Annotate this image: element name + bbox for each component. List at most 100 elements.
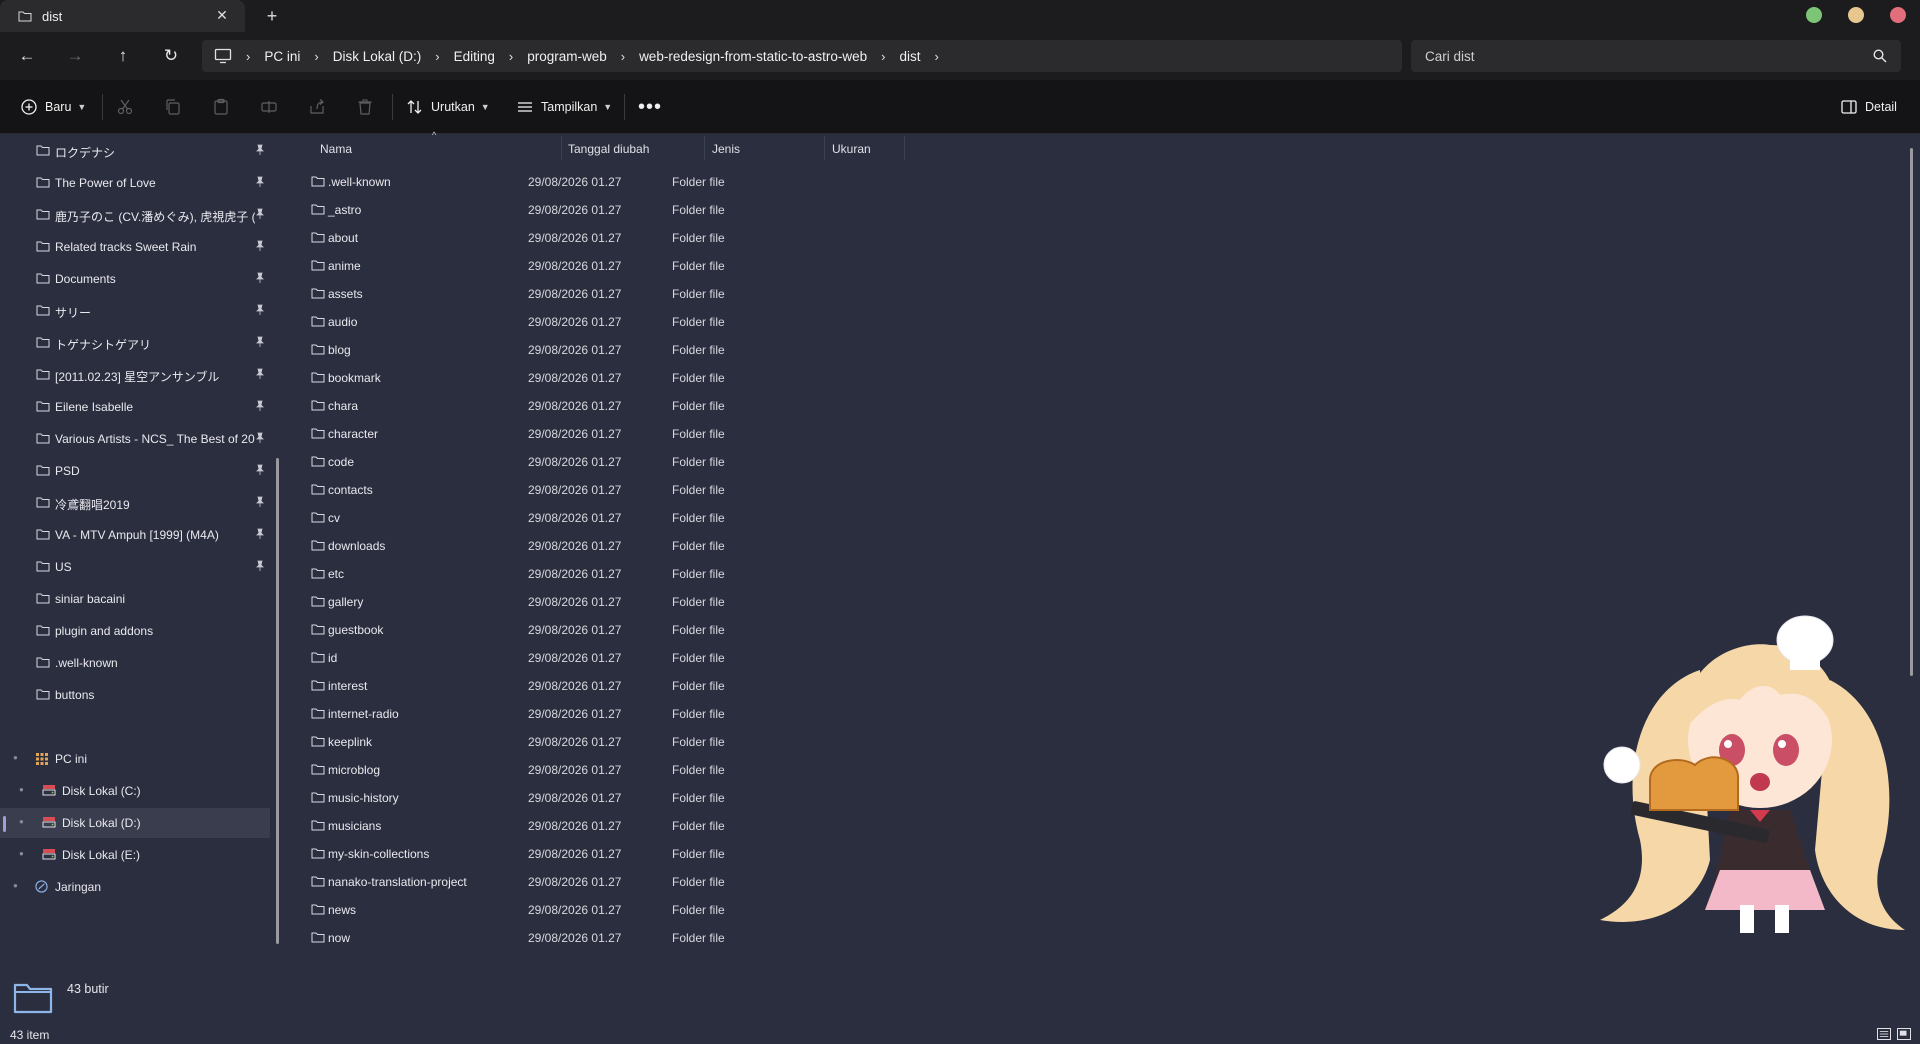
expand-arrow-icon[interactable]: ● (13, 881, 18, 890)
chevron-right-icon[interactable]: › (881, 49, 885, 64)
file-row[interactable]: anime 29/08/2026 01.27 Folder file (308, 251, 816, 279)
sidebar-item-drive[interactable]: ● Disk Lokal (E:) (0, 840, 270, 870)
breadcrumb-dist[interactable]: dist (899, 49, 920, 64)
delete-button[interactable] (356, 97, 374, 117)
sidebar-item-quick-access[interactable]: サリー (0, 296, 270, 326)
chevron-right-icon[interactable]: › (935, 49, 939, 64)
file-row[interactable]: code 29/08/2026 01.27 Folder file (308, 447, 816, 475)
sidebar-item-drive[interactable]: ● Disk Lokal (D:) (0, 808, 270, 838)
file-row[interactable]: .well-known 29/08/2026 01.27 Folder file (308, 167, 816, 195)
address-bar[interactable]: › PC ini › Disk Lokal (D:) › Editing › p… (202, 40, 1402, 72)
cut-button[interactable] (116, 97, 134, 117)
file-row[interactable]: now 29/08/2026 01.27 Folder file (308, 923, 816, 951)
sidebar-item-network[interactable]: ● Jaringan (0, 872, 270, 902)
up-button[interactable]: ↑ (113, 46, 133, 66)
sidebar-item-quick-access[interactable]: Various Artists - NCS_ The Best of 201 (0, 424, 270, 454)
expand-arrow-icon[interactable]: ● (19, 849, 24, 858)
file-row[interactable]: character 29/08/2026 01.27 Folder file (308, 419, 816, 447)
file-row[interactable]: chara 29/08/2026 01.27 Folder file (308, 391, 816, 419)
sort-button[interactable]: Urutkan ▼ (406, 97, 490, 117)
sidebar-item-quick-access[interactable]: siniar bacaini (0, 584, 270, 614)
copy-button[interactable] (164, 97, 182, 117)
file-row[interactable]: news 29/08/2026 01.27 Folder file (308, 895, 816, 923)
pin-icon[interactable] (254, 496, 266, 508)
file-row[interactable]: internet-radio 29/08/2026 01.27 Folder fil… (308, 699, 816, 727)
file-row[interactable]: musicians 29/08/2026 01.27 Folder file (308, 811, 816, 839)
expand-arrow-icon[interactable]: ● (19, 785, 24, 794)
pin-icon[interactable] (254, 304, 266, 316)
search-icon[interactable] (1873, 49, 1887, 63)
file-row[interactable]: etc 29/08/2026 01.27 Folder file (308, 559, 816, 587)
share-button[interactable] (308, 97, 326, 117)
sidebar-item-quick-access[interactable]: ロクデナシ (0, 136, 270, 166)
breadcrumb-web-redesign[interactable]: web-redesign-from-static-to-astro-web (639, 49, 867, 64)
pin-icon[interactable] (254, 432, 266, 444)
sidebar-item-quick-access[interactable]: VA - MTV Ampuh [1999] (M4A) (0, 520, 270, 550)
file-row[interactable]: nanako-translation-project 29/08/2026 01.… (308, 867, 816, 895)
sidebar-item-quick-access[interactable]: トゲナシトゲアリ (0, 328, 270, 358)
file-row[interactable]: music-history 29/08/2026 01.27 Folder file (308, 783, 816, 811)
close-tab-icon[interactable]: ✕ (215, 8, 229, 22)
breadcrumb-program-web[interactable]: program-web (527, 49, 607, 64)
breadcrumb-editing[interactable]: Editing (454, 49, 495, 64)
pin-icon[interactable] (254, 400, 266, 412)
sidebar-item-quick-access[interactable]: US (0, 552, 270, 582)
pin-icon[interactable] (254, 528, 266, 540)
search-input[interactable]: Cari dist (1425, 49, 1475, 64)
file-row[interactable]: interest 29/08/2026 01.27 Folder file (308, 671, 816, 699)
sidebar-item-quick-access[interactable]: Related tracks Sweet Rain (0, 232, 270, 262)
breadcrumb-drive-d[interactable]: Disk Lokal (D:) (333, 49, 422, 64)
minimize-button[interactable] (1806, 7, 1822, 23)
sidebar-item-quick-access[interactable]: .well-known (0, 648, 270, 678)
rename-button[interactable] (260, 97, 278, 117)
column-divider[interactable] (904, 136, 905, 160)
chevron-right-icon[interactable]: › (509, 49, 513, 64)
details-pane-button[interactable]: Detail (1840, 97, 1897, 117)
file-row[interactable]: id 29/08/2026 01.27 Folder file (308, 643, 816, 671)
file-row[interactable]: contacts 29/08/2026 01.27 Folder file (308, 475, 816, 503)
file-row[interactable]: about 29/08/2026 01.27 Folder file (308, 223, 816, 251)
file-row[interactable]: microblog 29/08/2026 01.27 Folder file (308, 755, 816, 783)
chevron-right-icon[interactable]: › (621, 49, 625, 64)
chevron-right-icon[interactable]: › (246, 49, 250, 64)
sidebar-item-quick-access[interactable]: Documents (0, 264, 270, 294)
sidebar-item-quick-access[interactable]: Eilene Isabelle (0, 392, 270, 422)
file-row[interactable]: assets 29/08/2026 01.27 Folder file (308, 279, 816, 307)
breadcrumb-pc[interactable]: PC ini (264, 49, 300, 64)
forward-button[interactable]: → (65, 46, 85, 66)
new-tab-button[interactable]: + (262, 6, 282, 26)
pin-icon[interactable] (254, 240, 266, 252)
pin-icon[interactable] (254, 464, 266, 476)
maximize-button[interactable] (1848, 7, 1864, 23)
sidebar-item-pc[interactable]: ● PC ini (0, 744, 270, 774)
chevron-right-icon[interactable]: › (435, 49, 439, 64)
search-box[interactable]: Cari dist (1411, 40, 1901, 72)
pin-icon[interactable] (254, 176, 266, 188)
sidebar-item-drive[interactable]: ● Disk Lokal (C:) (0, 776, 270, 806)
file-row[interactable]: gallery 29/08/2026 01.27 Folder file (308, 587, 816, 615)
pin-icon[interactable] (254, 272, 266, 284)
pin-icon[interactable] (254, 336, 266, 348)
sidebar-item-quick-access[interactable]: buttons (0, 680, 270, 710)
view-button[interactable]: Tampilkan ▼ (516, 97, 612, 117)
sidebar-item-quick-access[interactable]: The Power of Love (0, 168, 270, 198)
pin-icon[interactable] (254, 144, 266, 156)
expand-arrow-icon[interactable]: ● (13, 753, 18, 762)
sidebar-item-quick-access[interactable]: plugin and addons (0, 616, 270, 646)
vertical-scrollbar[interactable] (1910, 148, 1913, 676)
file-row[interactable]: bookmark 29/08/2026 01.27 Folder file (308, 363, 816, 391)
pin-icon[interactable] (254, 368, 266, 380)
refresh-button[interactable]: ↻ (161, 46, 181, 66)
file-row[interactable]: cv 29/08/2026 01.27 Folder file (308, 503, 816, 531)
more-options-button[interactable]: ••• (638, 96, 662, 118)
file-row[interactable]: guestbook 29/08/2026 01.27 Folder file (308, 615, 816, 643)
details-view-toggle[interactable] (1877, 1028, 1891, 1040)
file-row[interactable]: _astro 29/08/2026 01.27 Folder file (308, 195, 816, 223)
expand-arrow-icon[interactable]: ● (19, 817, 24, 826)
close-window-button[interactable] (1890, 7, 1906, 23)
paste-button[interactable] (212, 97, 230, 117)
file-row[interactable]: audio 29/08/2026 01.27 Folder file (308, 307, 816, 335)
tab-dist[interactable]: dist ✕ (0, 0, 245, 32)
sidebar-item-quick-access[interactable]: 鹿乃子のこ (CV.潘めぐみ), 虎視虎子 (CV. (0, 200, 270, 230)
back-button[interactable]: ← (17, 46, 37, 66)
